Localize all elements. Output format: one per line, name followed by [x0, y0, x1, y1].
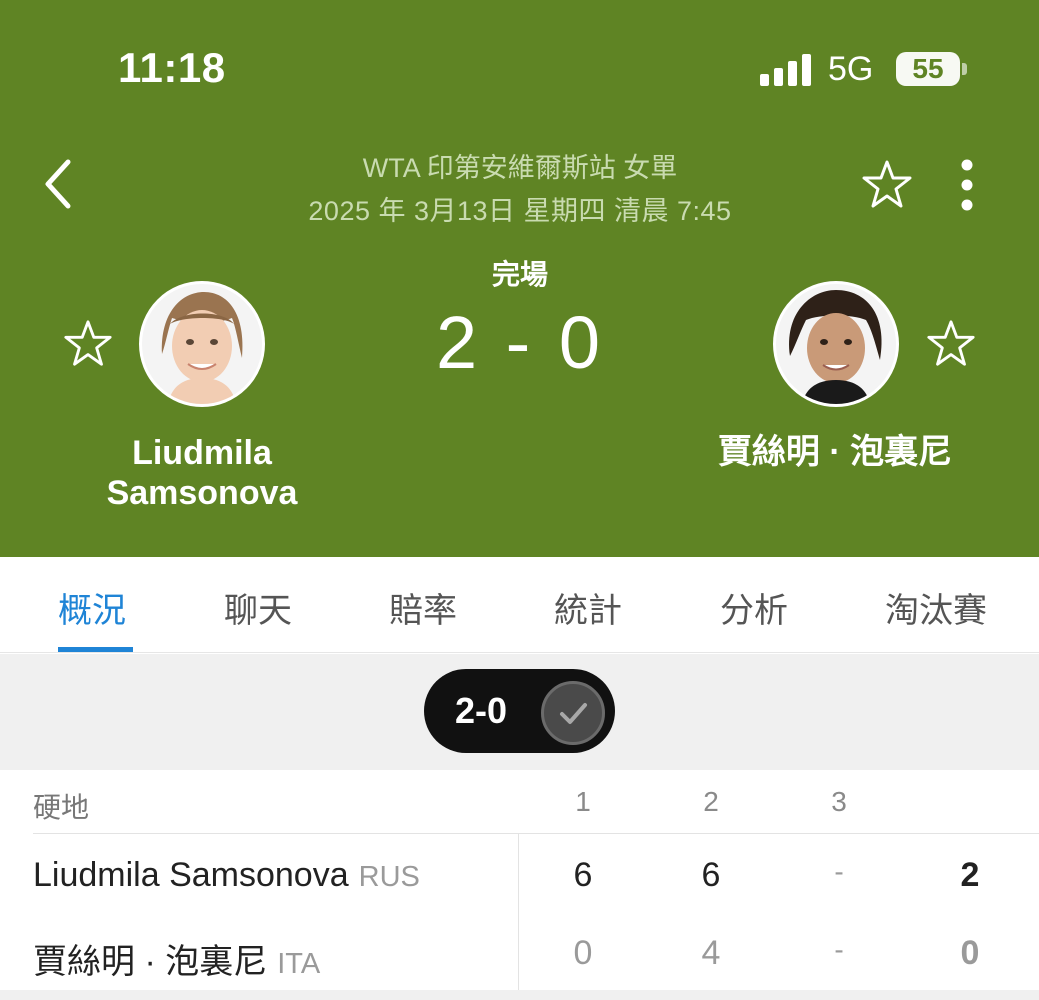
scoreboard-header [0, 770, 1039, 834]
favorite-home-player-button[interactable] [62, 318, 114, 370]
player-name: Liudmila Samsonova [33, 856, 349, 894]
tab-bar: 概況 聊天 賠率 統計 分析 淘汰賽 [0, 557, 1039, 653]
home-player-name-line2: Samsonova [106, 474, 298, 512]
chevron-left-icon [45, 159, 71, 209]
tab-stats[interactable]: 統計 [554, 583, 622, 632]
home-player-name-line1: Liudmila [132, 434, 272, 472]
column-divider [518, 834, 519, 1000]
back-button[interactable] [36, 156, 86, 212]
row-player-name: Liudmila Samsonova RUS [33, 856, 420, 895]
sets-won: 2 [960, 856, 980, 894]
tab-analysis[interactable]: 分析 [720, 583, 788, 632]
star-outline-icon [64, 320, 112, 366]
favorite-away-player-button[interactable] [925, 318, 977, 370]
bottom-band [0, 990, 1039, 1000]
match-score: 2 - 0 [435, 301, 605, 384]
header-divider [33, 833, 1039, 834]
league-title: WTA 印第安維爾斯站 女單 [362, 153, 678, 183]
battery-cap [962, 63, 967, 75]
set-1-score: 6 [573, 856, 593, 894]
tab-odds[interactable]: 賠率 [389, 583, 457, 632]
tab-knockout[interactable]: 淘汰賽 [885, 583, 987, 632]
set-1-header: 1 [575, 786, 591, 817]
court-surface: 硬地 [33, 792, 90, 823]
match-header: 11:18 5G 55 WTA 印第安維爾斯站 女單 2025 年 3月13日 … [0, 0, 1039, 557]
set-2-score: 4 [701, 934, 721, 972]
favorite-match-button[interactable] [860, 158, 914, 212]
active-tab-indicator [58, 647, 133, 652]
player-name: 賈絲明 · 泡裏尼 [33, 943, 268, 981]
match-date: 2025 年 3月13日 星期四 清晨 7:45 [308, 196, 732, 226]
sets-won: 0 [960, 934, 980, 972]
star-outline-icon [862, 160, 912, 208]
network-label: 5G [828, 50, 874, 88]
player-country: ITA [277, 948, 321, 980]
tab-chat[interactable]: 聊天 [224, 583, 292, 632]
star-outline-icon [927, 320, 975, 366]
away-player-name[interactable]: 賈絲明 · 泡裏尼 [690, 432, 980, 472]
set-2-header: 2 [703, 786, 719, 817]
player-country: RUS [358, 861, 420, 893]
set-3-score: - [834, 856, 844, 887]
more-options-button[interactable] [950, 158, 984, 212]
row-player-name: 賈絲明 · 泡裏尼 ITA [33, 934, 320, 983]
home-player-name[interactable]: Liudmila Samsonova [62, 433, 342, 513]
check-icon [541, 681, 605, 745]
signal-icon [760, 52, 814, 86]
player-photo [776, 284, 896, 404]
match-status: 完場 [491, 259, 548, 290]
tab-overview[interactable]: 概況 [58, 583, 126, 632]
set-2-score: 6 [701, 856, 721, 894]
status-time: 11:18 [118, 44, 226, 91]
set-3-header: 3 [831, 786, 847, 817]
player-photo [142, 284, 262, 404]
set-1-score: 0 [573, 934, 593, 972]
pill-score: 2-0 [455, 690, 508, 731]
away-player-avatar[interactable] [773, 281, 899, 407]
set-3-score: - [834, 934, 844, 965]
more-vertical-icon [961, 159, 973, 211]
battery-icon: 55 [896, 52, 960, 86]
home-player-avatar[interactable] [139, 281, 265, 407]
